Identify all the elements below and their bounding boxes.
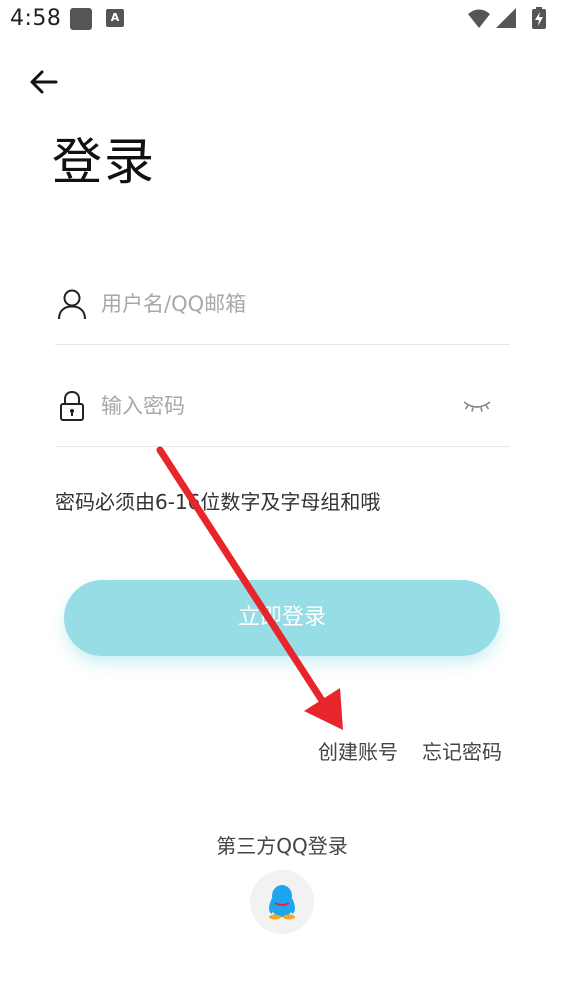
qq-penguin-icon: [269, 885, 295, 920]
user-icon: [58, 289, 86, 320]
page-title: 登录: [52, 133, 156, 191]
battery-charging-icon: [532, 7, 546, 29]
login-screen: 4:58 A 登录 用户名/QQ邮箱 密码必须由6-16位数字及字母组和哦 立即…: [0, 0, 564, 1004]
status-bar: 4:58 A: [0, 0, 564, 38]
a-notification-icon: A: [106, 9, 124, 27]
login-button[interactable]: 立即登录: [64, 580, 500, 656]
cell-signal-icon: [496, 8, 516, 28]
qq-login-button[interactable]: [250, 870, 314, 934]
wifi-icon: [468, 9, 490, 28]
lock-icon: [60, 390, 84, 421]
eye-closed-icon[interactable]: [462, 396, 492, 416]
create-account-link[interactable]: 创建账号: [318, 736, 398, 765]
username-input[interactable]: [101, 286, 461, 322]
password-hint: 密码必须由6-16位数字及字母组和哦: [55, 490, 381, 514]
back-button[interactable]: [26, 64, 62, 100]
status-time: 4:58: [10, 6, 62, 31]
system-status-icons: [468, 7, 546, 29]
square-notification-icon: [70, 8, 92, 30]
forgot-password-link[interactable]: 忘记密码: [422, 736, 502, 765]
username-field-row: [55, 268, 510, 345]
password-input[interactable]: [101, 388, 461, 424]
password-field-row: [55, 370, 510, 447]
third-party-login-label: 第三方QQ登录: [216, 834, 348, 858]
arrow-left-icon: [30, 70, 58, 94]
